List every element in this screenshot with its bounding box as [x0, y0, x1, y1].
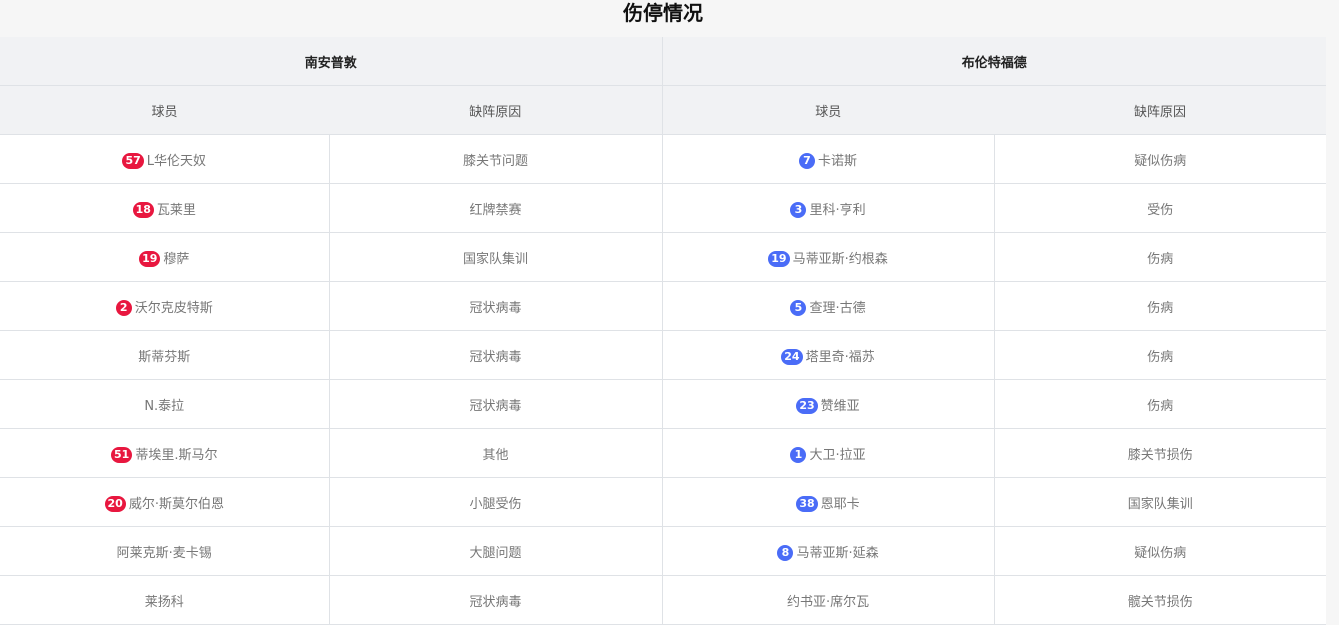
away-reason-cell: 受伤 [993, 183, 1327, 233]
injury-table: 南安普敦 布伦特福德 球员 缺阵原因 球员 缺阵原因 57 L华伦天奴 膝关节问题 7… [0, 37, 1327, 625]
home-reason-cell: 冠状病毒 [328, 330, 663, 380]
player-name[interactable]: 马蒂亚斯·延森 [796, 546, 878, 561]
home-reason-cell: 膝关节问题 [328, 134, 663, 184]
jersey-number-badge: 8 [777, 544, 794, 561]
jersey-number-badge: 1 [790, 446, 807, 463]
away-reason-cell: 伤病 [993, 281, 1327, 331]
jersey-number-badge: 3 [790, 201, 807, 218]
jersey-number-badge: 38 [796, 495, 818, 512]
away-player-cell: 7 卡诺斯 [661, 134, 995, 184]
home-reason-cell: 红牌禁赛 [328, 183, 663, 233]
away-reason-cell: 国家队集训 [993, 477, 1327, 527]
player-name[interactable]: 恩耶卡 [821, 497, 860, 512]
injury-table-container: 南安普敦 布伦特福德 球员 缺阵原因 球员 缺阵原因 57 L华伦天奴 膝关节问题 7… [0, 37, 1327, 625]
player-name[interactable]: 穆萨 [163, 252, 189, 267]
away-player-cell: 38 恩耶卡 [661, 477, 995, 527]
away-reason-header: 缺阵原因 [994, 85, 1327, 135]
player-name[interactable]: 威尔·斯莫尔伯恩 [129, 497, 224, 512]
player-name[interactable]: 大卫·拉亚 [809, 448, 865, 463]
away-player-cell: 19 马蒂亚斯·约根森 [661, 232, 995, 282]
home-player-cell: 斯蒂芬斯 [0, 330, 329, 380]
home-reason-header: 缺阵原因 [329, 85, 663, 135]
player-name[interactable]: 查理·古德 [809, 301, 865, 316]
player-name[interactable]: 阿莱克斯·麦卡锡 [117, 546, 212, 561]
jersey-number-badge: 51 [111, 446, 133, 463]
jersey-number-badge: 19 [139, 250, 161, 267]
jersey-number-badge: 18 [132, 201, 154, 218]
team-header-row: 南安普敦 布伦特福德 [0, 37, 1327, 86]
jersey-number-badge: 23 [796, 397, 818, 414]
away-player-header: 球员 [661, 85, 995, 135]
page-title: 伤停情况 [623, 1, 703, 25]
player-name[interactable]: N.泰拉 [144, 399, 184, 414]
player-name[interactable]: 蒂埃里.斯马尔 [135, 448, 217, 463]
jersey-number-badge: 2 [115, 299, 132, 316]
table-row: N.泰拉 冠状病毒 23 赞维亚 伤病 [0, 379, 1327, 429]
player-name[interactable]: 斯蒂芬斯 [138, 350, 190, 365]
away-reason-cell: 膝关节损伤 [993, 428, 1327, 478]
player-name[interactable]: 赞维亚 [821, 399, 860, 414]
home-player-cell: 2 沃尔克皮特斯 [0, 281, 329, 331]
away-reason-cell: 伤病 [993, 232, 1327, 282]
away-player-cell: 24 塔里奇·福苏 [661, 330, 995, 380]
home-player-cell: 19 穆萨 [0, 232, 329, 282]
player-name[interactable]: 塔里奇·福苏 [806, 350, 875, 365]
player-name[interactable]: 瓦莱里 [157, 203, 196, 218]
jersey-number-badge: 57 [122, 152, 144, 169]
table-row: 20 威尔·斯莫尔伯恩 小腿受伤 38 恩耶卡 国家队集训 [0, 477, 1327, 527]
player-name[interactable]: L华伦天奴 [147, 154, 206, 169]
away-player-cell: 约书亚·席尔瓦 [661, 575, 995, 625]
home-reason-cell: 其他 [328, 428, 663, 478]
away-team-name: 布伦特福德 [661, 37, 1327, 86]
table-row: 阿莱克斯·麦卡锡 大腿问题 8 马蒂亚斯·延森 疑似伤病 [0, 526, 1327, 576]
table-row: 51 蒂埃里.斯马尔 其他 1 大卫·拉亚 膝关节损伤 [0, 428, 1327, 478]
player-name[interactable]: 马蒂亚斯·约根森 [793, 252, 888, 267]
home-player-cell: 阿莱克斯·麦卡锡 [0, 526, 329, 576]
away-reason-cell: 髋关节损伤 [993, 575, 1327, 625]
table-row: 斯蒂芬斯 冠状病毒 24 塔里奇·福苏 伤病 [0, 330, 1327, 380]
home-player-cell: 18 瓦莱里 [0, 183, 329, 233]
jersey-number-badge: 19 [768, 250, 790, 267]
injury-rows: 57 L华伦天奴 膝关节问题 7 卡诺斯 疑似伤病 18 瓦莱里 红牌禁赛 3 里科·亨利 受伤 19 穆… [0, 134, 1327, 625]
home-player-cell: 莱扬科 [0, 575, 329, 625]
table-row: 18 瓦莱里 红牌禁赛 3 里科·亨利 受伤 [0, 183, 1327, 233]
away-reason-cell: 伤病 [993, 330, 1327, 380]
away-reason-cell: 疑似伤病 [993, 526, 1327, 576]
table-row: 莱扬科 冠状病毒 约书亚·席尔瓦 髋关节损伤 [0, 575, 1327, 625]
home-player-cell: 20 威尔·斯莫尔伯恩 [0, 477, 329, 527]
jersey-number-badge: 5 [790, 299, 807, 316]
table-row: 2 沃尔克皮特斯 冠状病毒 5 查理·古德 伤病 [0, 281, 1327, 331]
home-team-name: 南安普敦 [0, 37, 663, 86]
jersey-number-badge: 7 [799, 152, 815, 169]
away-player-cell: 8 马蒂亚斯·延森 [661, 526, 995, 576]
home-reason-cell: 冠状病毒 [328, 379, 663, 429]
table-row: 19 穆萨 国家队集训 19 马蒂亚斯·约根森 伤病 [0, 232, 1327, 282]
away-player-cell: 3 里科·亨利 [661, 183, 995, 233]
home-player-cell: 51 蒂埃里.斯马尔 [0, 428, 329, 478]
column-header-row: 球员 缺阵原因 球员 缺阵原因 [0, 85, 1327, 135]
away-player-cell: 23 赞维亚 [661, 379, 995, 429]
player-name[interactable]: 约书亚·席尔瓦 [787, 595, 869, 610]
player-name[interactable]: 卡诺斯 [818, 154, 857, 169]
player-name[interactable]: 里科·亨利 [809, 203, 865, 218]
home-player-cell: N.泰拉 [0, 379, 329, 429]
home-reason-cell: 国家队集训 [328, 232, 663, 282]
home-reason-cell: 冠状病毒 [328, 281, 663, 331]
away-player-cell: 5 查理·古德 [661, 281, 995, 331]
home-reason-cell: 大腿问题 [328, 526, 663, 576]
jersey-number-badge: 24 [781, 348, 803, 365]
jersey-number-badge: 20 [104, 495, 126, 512]
away-player-cell: 1 大卫·拉亚 [661, 428, 995, 478]
player-name[interactable]: 莱扬科 [145, 595, 184, 610]
home-player-header: 球员 [0, 85, 329, 135]
table-row: 57 L华伦天奴 膝关节问题 7 卡诺斯 疑似伤病 [0, 134, 1327, 184]
home-player-cell: 57 L华伦天奴 [0, 134, 329, 184]
away-reason-cell: 伤病 [993, 379, 1327, 429]
away-reason-cell: 疑似伤病 [993, 134, 1327, 184]
home-reason-cell: 冠状病毒 [328, 575, 663, 625]
player-name[interactable]: 沃尔克皮特斯 [135, 301, 213, 316]
home-reason-cell: 小腿受伤 [328, 477, 663, 527]
